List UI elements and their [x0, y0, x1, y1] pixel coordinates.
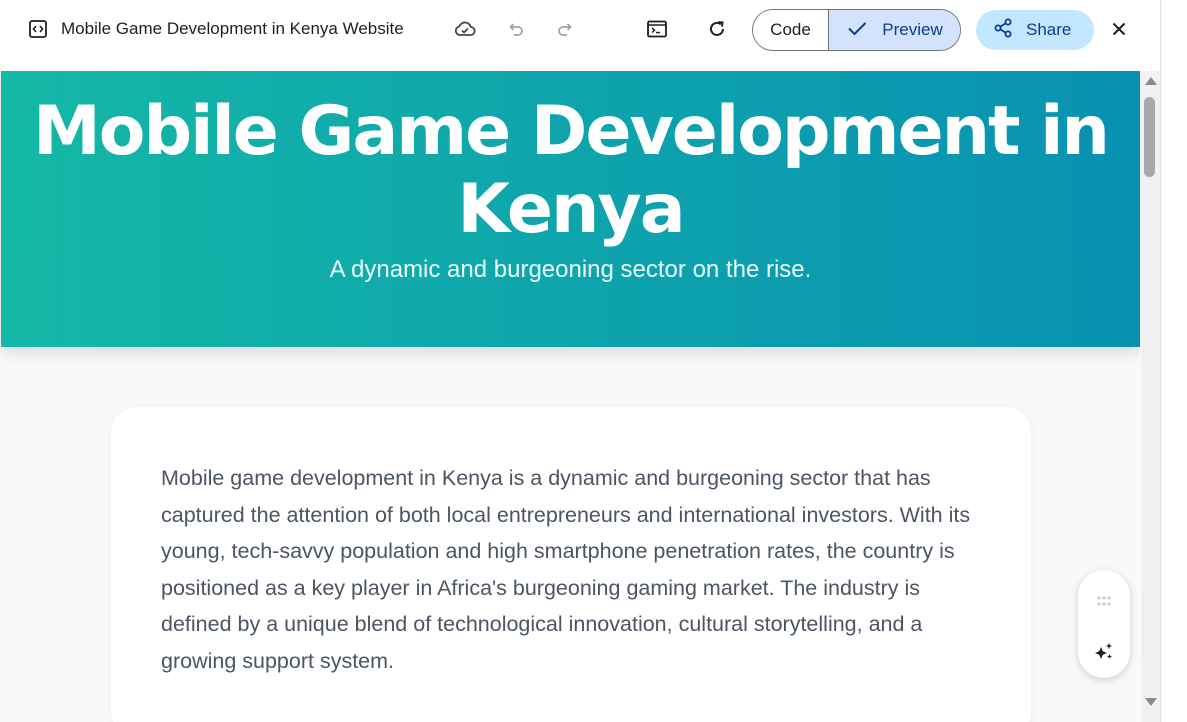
share-button-label: Share	[1026, 20, 1072, 39]
cloud-save-icon[interactable]	[452, 16, 478, 42]
share-icon	[992, 17, 1014, 44]
code-tab[interactable]: Code	[753, 10, 829, 50]
code-tab-label: Code	[770, 20, 811, 39]
share-button[interactable]: Share	[976, 10, 1094, 50]
redo-icon[interactable]	[552, 16, 578, 42]
view-toggle: Code Preview	[752, 9, 961, 51]
refresh-icon[interactable]	[704, 16, 730, 42]
scroll-down-arrow-icon[interactable]	[1145, 698, 1157, 706]
floating-toolbar	[1078, 570, 1130, 678]
undo-icon[interactable]	[503, 16, 529, 42]
panel-divider	[1160, 0, 1161, 722]
preview-tab[interactable]: Preview	[829, 10, 960, 50]
code-file-icon	[28, 19, 48, 39]
preview-pane: Mobile Game Development in Kenya A dynam…	[0, 71, 1140, 722]
sparkle-edit-icon[interactable]	[1092, 640, 1116, 664]
hero-title: Mobile Game Development in Kenya	[33, 92, 1110, 249]
document-title: Mobile Game Development in Kenya Website	[61, 19, 404, 38]
drag-handle-icon[interactable]	[1096, 594, 1112, 606]
preview-scrollbar[interactable]	[1141, 71, 1160, 722]
intro-paragraph: Mobile game development in Kenya is a dy…	[161, 466, 971, 673]
preview-tab-label: Preview	[882, 20, 943, 39]
hero-banner: Mobile Game Development in Kenya A dynam…	[1, 71, 1140, 347]
hero-subtitle: A dynamic and burgeoning sector on the r…	[329, 256, 812, 283]
check-icon	[846, 17, 868, 44]
top-bar: Mobile Game Development in Kenya Website	[0, 0, 1160, 60]
intro-card: Mobile game development in Kenya is a dy…	[111, 407, 1031, 722]
scrollbar-thumb[interactable]	[1144, 97, 1155, 177]
terminal-icon[interactable]	[644, 16, 670, 42]
close-icon[interactable]	[1106, 16, 1132, 42]
scroll-up-arrow-icon[interactable]	[1145, 77, 1157, 85]
